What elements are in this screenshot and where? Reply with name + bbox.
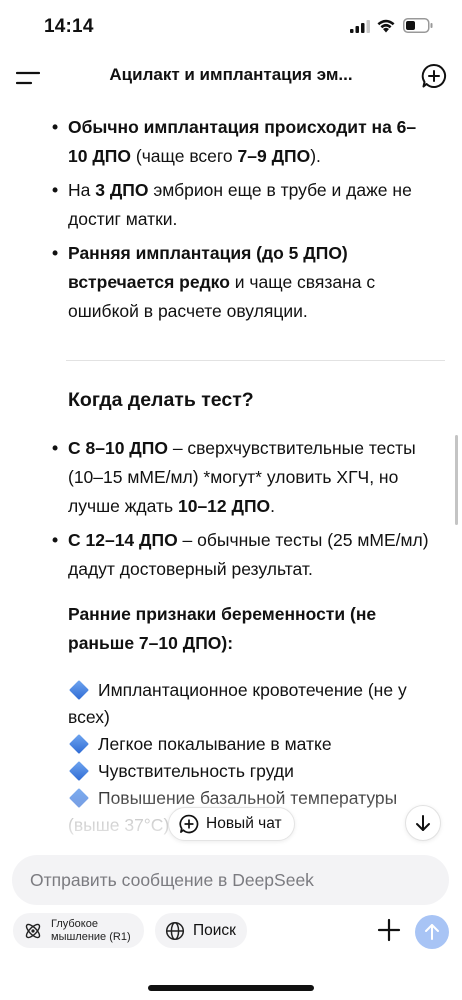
list-item: С 12–14 ДПО – обычные тесты (25 мМЕ/мл) …	[52, 526, 432, 584]
arrow-up-icon	[425, 924, 439, 940]
list-item: С 8–10 ДПО – сверхчувствительные тесты (…	[52, 434, 432, 521]
search-toggle[interactable]: Поиск	[155, 913, 247, 948]
battery-icon	[403, 18, 433, 33]
intro-list: Обычно имплантация происходит на 6–10 ДП…	[0, 113, 462, 331]
signs-heading: Ранние признаки беременности (не раньше …	[68, 604, 377, 653]
list-item: Обычно имплантация происходит на 6–10 ДП…	[52, 113, 432, 171]
diamond-icon	[69, 761, 89, 781]
new-chat-icon	[179, 814, 199, 834]
list-item: Чувствительность груди	[68, 758, 438, 785]
diamond-icon	[69, 734, 89, 754]
status-bar: 14:14	[0, 0, 462, 52]
status-time: 14:14	[44, 16, 94, 37]
section-heading: Когда делать тест?	[68, 389, 254, 411]
diamond-icon	[69, 680, 89, 700]
deepthink-toggle[interactable]: Глубокое мышление (R1)	[13, 913, 144, 948]
list-item: Имплантационное кровотечение (не у всех)	[68, 680, 407, 727]
globe-icon	[165, 921, 185, 940]
assistant-message: Обычно имплантация происходит на 6–10 ДП…	[0, 102, 462, 852]
list-item: На 3 ДПО эмбрион еще в трубе и даже не д…	[52, 176, 432, 234]
diamond-icon	[69, 788, 89, 808]
chat-header: Ацилакт и имплантация эм...	[0, 52, 462, 102]
search-label: Поиск	[193, 921, 236, 939]
atom-icon	[25, 923, 41, 938]
plus-icon[interactable]	[376, 917, 402, 943]
signal-icon	[350, 20, 370, 33]
list-item: Ранняя имплантация (до 5 ДПО) встречаетс…	[52, 239, 432, 326]
scrollbar[interactable]	[455, 435, 458, 525]
menu-icon[interactable]	[16, 68, 40, 88]
scroll-to-bottom-button[interactable]	[405, 805, 441, 841]
divider	[66, 360, 445, 361]
list-item: Легкое покалывание в матке	[68, 731, 438, 758]
test-list: С 8–10 ДПО – сверхчувствительные тесты (…	[0, 434, 462, 589]
message-input[interactable]	[30, 869, 449, 891]
new-chat-icon[interactable]	[421, 63, 447, 89]
chat-title: Ацилакт и имплантация эм...	[109, 65, 353, 84]
message-input-container[interactable]	[12, 855, 449, 905]
deepthink-label: Глубокое мышление (R1)	[51, 917, 131, 943]
new-chat-button[interactable]: Новый чат	[168, 807, 295, 841]
arrow-down-icon	[416, 815, 430, 831]
new-chat-label: Новый чат	[206, 815, 282, 832]
home-indicator	[148, 985, 314, 991]
send-button[interactable]	[415, 915, 449, 949]
wifi-icon	[377, 19, 395, 33]
